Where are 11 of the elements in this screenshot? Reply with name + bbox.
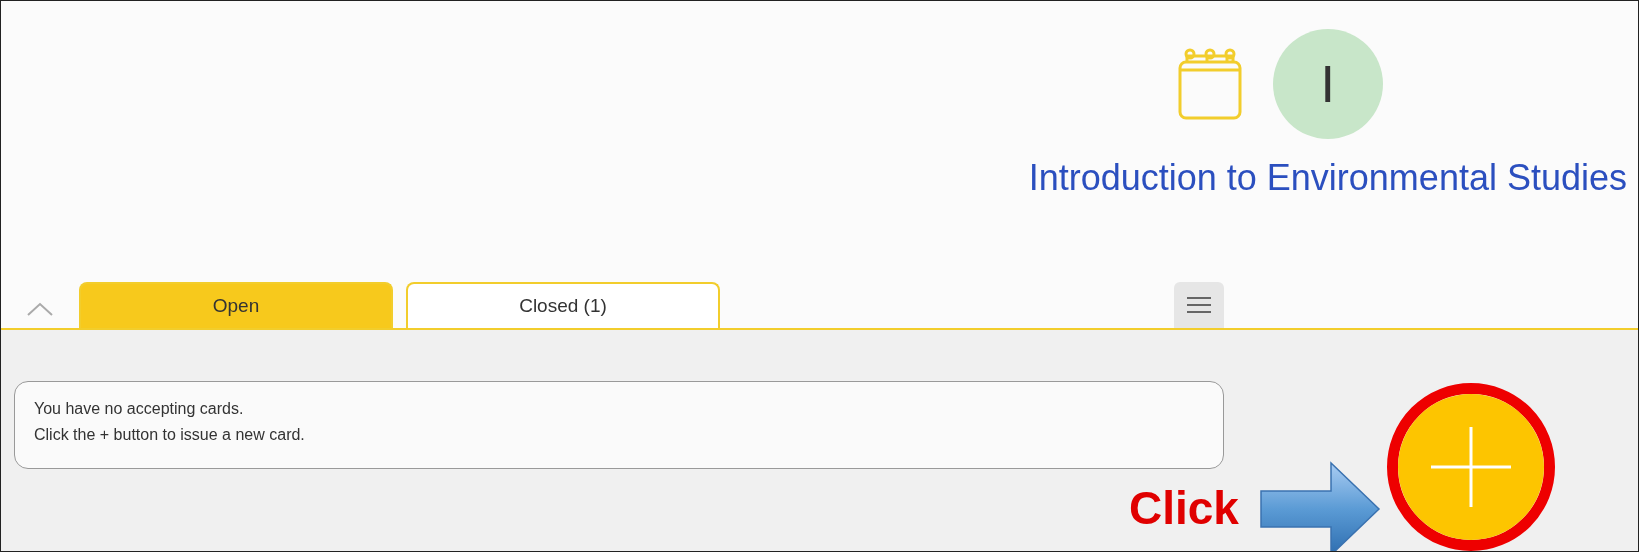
collapse-icon[interactable] bbox=[27, 302, 53, 316]
click-label: Click bbox=[1129, 481, 1239, 535]
plus-icon bbox=[1430, 427, 1511, 507]
menu-icon bbox=[1187, 296, 1211, 314]
tab[interactable]: Open bbox=[79, 282, 393, 328]
tab[interactable]: Closed (1) bbox=[406, 282, 720, 328]
course-title: Introduction to Environmental Studies bbox=[1028, 157, 1627, 199]
menu-button[interactable] bbox=[1174, 282, 1224, 328]
empty-message: You have no accepting cards. Click the + button to issue a new card. bbox=[14, 381, 1224, 469]
avatar: I bbox=[1272, 29, 1383, 139]
add-button[interactable] bbox=[1397, 394, 1544, 540]
